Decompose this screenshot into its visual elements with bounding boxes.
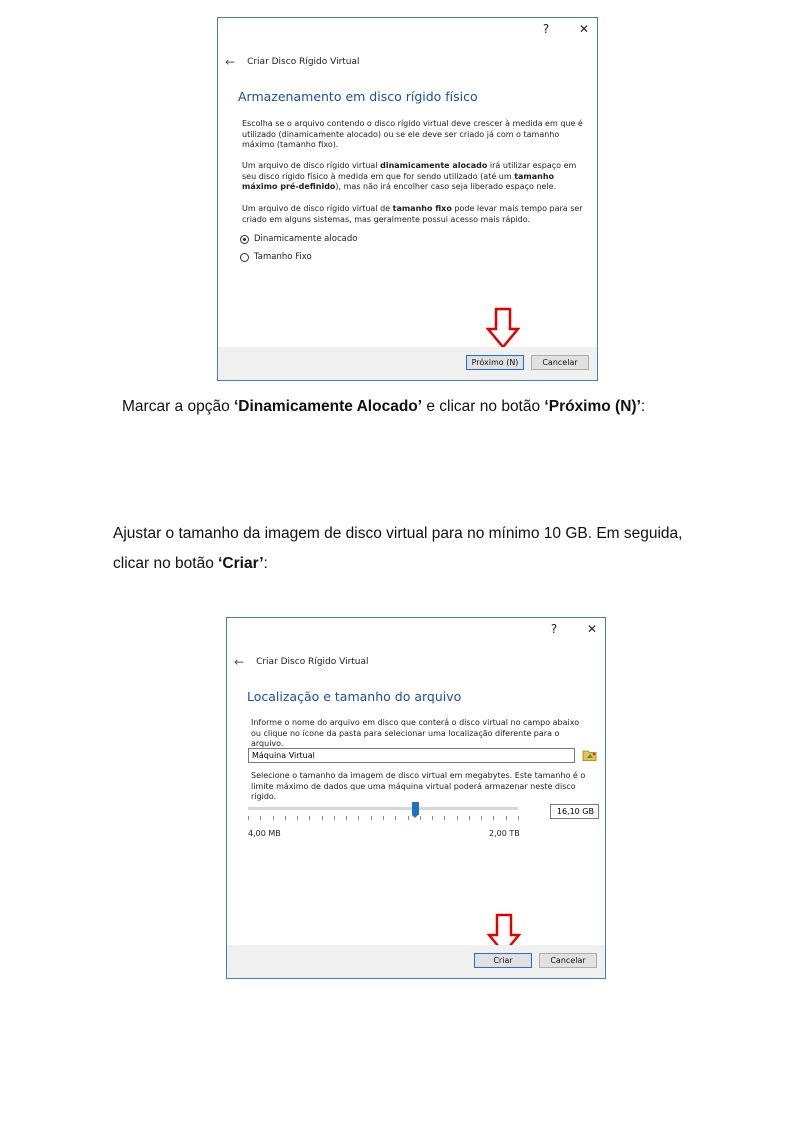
slider-tick [383,816,384,820]
radio-fixed[interactable]: Tamanho Fixo [240,252,312,262]
cancel-button[interactable]: Cancelar [539,953,597,968]
slider-tick [468,816,470,820]
size-slider-ticks [248,816,519,822]
slider-tick [407,816,409,820]
dialog-header: ← Criar Disco Rígido Virtual [234,655,369,669]
slider-tick [456,816,458,820]
window-controls: ? ✕ [547,622,599,636]
caption-2-line-2: clicar no botão ‘Criar’: [113,555,268,572]
slider-tick [272,816,274,820]
folder-icon[interactable] [582,748,598,762]
instruction-caption-1: Marcar a opção ‘Dinamicamente Alocado’ e… [122,398,646,415]
radio-fixed-control[interactable] [240,252,249,262]
size-slider-thumb[interactable] [411,802,419,818]
max-size-label: 2,00 TB [489,829,520,838]
fixed-description: Um arquivo de disco rígido virtual de ta… [242,204,583,224]
min-size-label: 4,00 MB [248,829,281,838]
slider-tick [444,816,446,820]
radio-dynamic-label: Dinamicamente alocado [254,234,358,244]
back-arrow-icon[interactable]: ← [234,655,244,669]
radio-fixed-label: Tamanho Fixo [254,252,312,262]
red-down-arrow-icon [486,307,520,349]
caption-2-line-1: Ajustar o tamanho da imagem de disco vir… [113,525,683,542]
slider-tick [505,816,507,820]
dialog-footer: Criar Cancelar [227,945,605,978]
create-button[interactable]: Criar [474,953,532,968]
dialog-title: Criar Disco Rígido Virtual [247,57,360,67]
slider-tick [419,816,421,820]
help-button[interactable]: ? [539,22,553,36]
radio-dynamic[interactable]: Dinamicamente alocado [240,234,357,244]
file-name-input[interactable]: Máquina Virtual [248,748,575,763]
slider-tick [518,816,519,820]
slider-tick [333,816,335,820]
size-description: Selecione o tamanho da imagem de disco v… [251,771,586,802]
section-title: Armazenamento em disco rígido físico [238,89,478,104]
slider-tick [260,816,262,820]
slider-tick [432,816,434,820]
location-description: Informe o nome do arquivo em disco que c… [251,718,580,749]
create-disk-dialog-location: ? ✕ ← Criar Disco Rígido Virtual Localiz… [226,617,606,979]
dialog-header: ← Criar Disco Rígido Virtual [225,55,360,69]
cancel-button[interactable]: Cancelar [531,355,589,370]
instruction-caption-2: Ajustar o tamanho da imagem de disco vir… [113,519,682,579]
dynamic-description: Um arquivo de disco rígido virtual dinam… [242,161,577,192]
storage-description: Escolha se o arquivo contendo o disco rí… [242,119,583,150]
dialog-title: Criar Disco Rígido Virtual [256,657,369,667]
slider-tick [358,816,360,820]
help-button[interactable]: ? [547,622,561,636]
slider-tick [297,816,299,820]
back-arrow-icon[interactable]: ← [225,55,235,69]
window-controls: ? ✕ [539,22,591,36]
size-input[interactable]: 16,10 GB [550,804,599,819]
slider-tick [481,816,483,820]
next-button[interactable]: Próximo (N) [466,355,524,370]
radio-dynamic-control[interactable] [240,234,249,244]
slider-tick [284,816,286,820]
create-disk-dialog-storage: ? ✕ ← Criar Disco Rígido Virtual Armazen… [217,17,598,381]
slider-tick [370,816,372,820]
slider-tick [309,816,311,820]
slider-tick [493,816,495,820]
slider-tick [248,816,249,820]
section-title: Localização e tamanho do arquivo [247,689,462,704]
close-button[interactable]: ✕ [585,622,599,636]
dialog-footer: Próximo (N) Cancelar [218,347,597,380]
slider-tick [395,816,397,820]
slider-tick [321,816,323,820]
close-button[interactable]: ✕ [577,22,591,36]
slider-tick [346,816,348,820]
size-slider-track[interactable] [248,807,518,810]
